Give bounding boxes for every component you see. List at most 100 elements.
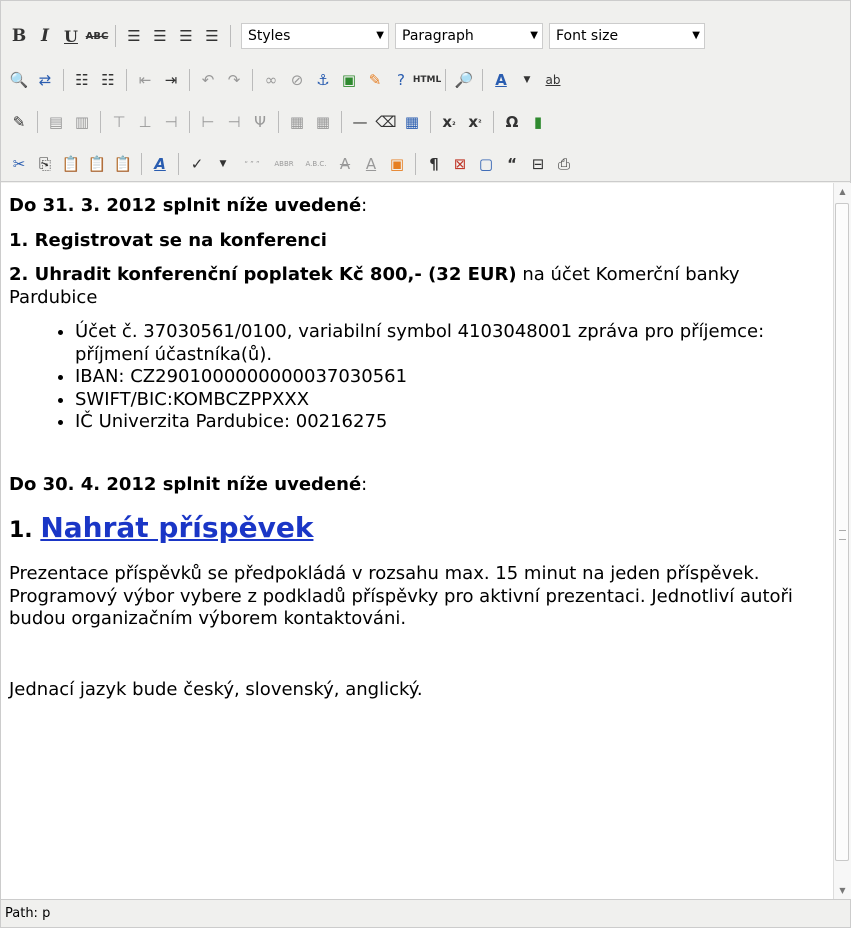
spellcheck-icon[interactable]: ✓ [185,152,209,176]
insert-row-before-icon[interactable]: ⊤ [107,110,131,134]
strikethrough-button[interactable]: ABC [85,24,109,48]
unlink-icon[interactable]: ⊘ [285,68,309,92]
upload-contribution-link[interactable]: Nahrát příspěvek [40,511,313,544]
cell-props-icon[interactable]: ▥ [70,110,94,134]
styles-select[interactable]: Styles ▼ [241,23,389,49]
image-icon[interactable]: ▣ [337,68,361,92]
nonbreaking-icon[interactable]: ⊠ [448,152,472,176]
media-icon[interactable]: ▮ [526,110,550,134]
underline-button[interactable]: U [59,24,83,48]
template-icon[interactable]: ▢ [474,152,498,176]
font-color-button[interactable]: A [489,68,513,92]
format-select[interactable]: Paragraph ▼ [395,23,543,49]
chevron-down-icon[interactable]: ▼ [211,152,235,176]
pilcrow-button[interactable]: ¶ [422,152,446,176]
find-icon[interactable]: 🔍 [7,68,31,92]
undo-icon[interactable]: ↶ [196,68,220,92]
toolbar-row-1: B I U ABC ☰ ☰ ☰ ☰ Styles ▼ Paragraph ▼ Fon… [7,21,705,51]
format-select-label: Paragraph [402,28,474,44]
separator [445,69,446,91]
font-icon[interactable]: A [148,152,172,176]
insert-row-after-icon[interactable]: ⊥ [133,110,157,134]
language-paragraph: Jednací jazyk bude český, slovenský, ang… [9,678,423,700]
scroll-up-icon[interactable]: ▲ [834,183,851,200]
blockquote-button[interactable]: “ [500,152,524,176]
copy-icon[interactable]: ⎘ [33,152,57,176]
font-size-select-label: Font size [556,28,619,44]
del-icon[interactable]: A [333,152,357,176]
deadline-2-text: Do 30. 4. 2012 splnit níže uvedené [9,473,362,495]
separator [100,111,101,133]
scrollbar-thumb[interactable] [835,203,849,861]
separator [252,69,253,91]
editor-content[interactable]: Do 31. 3. 2012 splnit níže uvedené: 1. R… [1,183,833,899]
print-icon[interactable]: ⎙ [552,152,576,176]
special-char-button[interactable]: Ω [500,110,524,134]
step-pay-paragraph: 2. Uhradit konferenční poplatek Kč 800,-… [9,264,825,309]
delete-row-icon[interactable]: ⊣ [159,110,183,134]
anchor-icon[interactable]: ⚓ [311,68,335,92]
paste-text-icon[interactable]: 📋 [85,152,109,176]
attribs-icon[interactable]: ▣ [385,152,409,176]
chevron-down-icon[interactable]: ▼ [515,68,539,92]
merge-cells-icon[interactable]: ▦ [311,110,335,134]
outdent-icon[interactable]: ⇤ [133,68,157,92]
background-color-button[interactable]: ab [541,68,565,92]
chevron-down-icon: ▼ [376,30,384,41]
link-icon[interactable]: ∞ [259,68,283,92]
remove-format-icon[interactable]: ⌫ [374,110,398,134]
list-item: IČ Univerzita Pardubice: 00216275 [75,411,825,434]
html-source-button[interactable]: HTML [413,68,441,92]
subscript-mark: ₂ [452,117,456,127]
bold-button[interactable]: B [7,24,31,48]
bullet-list-icon[interactable]: ☷ [70,68,94,92]
abbr-button[interactable]: ABBR [269,152,299,176]
cleanup-icon[interactable]: ✎ [363,68,387,92]
toolbar-row-3: ✎ ▤ ▥ ⊤ ⊥ ⊣ ⊢ ⊣ Ψ ▦ ▦ — ⌫ ▦ x₂ x² Ω ▮ [7,107,550,137]
status-bar: Path: p [1,899,850,927]
subscript-button[interactable]: x₂ [437,110,461,134]
font-size-select[interactable]: Font size ▼ [549,23,705,49]
cite-button[interactable]: “ ” ” [237,152,267,176]
separator [278,111,279,133]
table-props-icon[interactable]: ▤ [44,110,68,134]
separator [482,69,483,91]
acronym-button[interactable]: A.B.C. [301,152,331,176]
replace-icon[interactable]: ⇄ [33,68,57,92]
payment-details-list: Účet č. 37030561/0100, variabilní symbol… [9,321,825,434]
separator [430,111,431,133]
insert-col-before-icon[interactable]: ⊢ [196,110,220,134]
italic-button[interactable]: I [33,24,57,48]
align-left-icon[interactable]: ☰ [122,24,146,48]
indent-icon[interactable]: ⇥ [159,68,183,92]
edit-icon[interactable]: ✎ [7,110,31,134]
ins-icon[interactable]: A [359,152,383,176]
help-icon[interactable]: ? [389,68,413,92]
split-cells-icon[interactable]: ▦ [285,110,309,134]
pagebreak-icon[interactable]: ⊟ [526,152,550,176]
delete-col-icon[interactable]: Ψ [248,110,272,134]
upload-heading-number: 1. [9,518,41,543]
align-center-icon[interactable]: ☰ [148,24,172,48]
align-justify-icon[interactable]: ☰ [200,24,224,48]
separator [141,153,142,175]
chevron-down-icon: ▼ [530,30,538,41]
step-register-text: 1. Registrovat se na konferenci [9,229,327,251]
presentation-paragraph: Prezentace příspěvků se předpokládá v ro… [9,563,793,629]
align-right-icon[interactable]: ☰ [174,24,198,48]
horizontal-rule-icon[interactable]: — [348,110,372,134]
scroll-down-icon[interactable]: ▼ [834,882,851,899]
preview-icon[interactable]: 🔎 [452,68,476,92]
paste-icon[interactable]: 📋 [59,152,83,176]
numbered-list-icon[interactable]: ☷ [96,68,120,92]
insert-col-after-icon[interactable]: ⊣ [222,110,246,134]
separator [63,69,64,91]
deadline-1-text: Do 31. 3. 2012 splnit níže uvedené [9,195,362,216]
paste-word-icon[interactable]: 📋 [111,152,135,176]
redo-icon[interactable]: ↷ [222,68,246,92]
table-icon[interactable]: ▦ [400,110,424,134]
superscript-button[interactable]: x² [463,110,487,134]
vertical-scrollbar[interactable]: ▲ ▼ [833,183,851,899]
cut-icon[interactable]: ✂ [7,152,31,176]
